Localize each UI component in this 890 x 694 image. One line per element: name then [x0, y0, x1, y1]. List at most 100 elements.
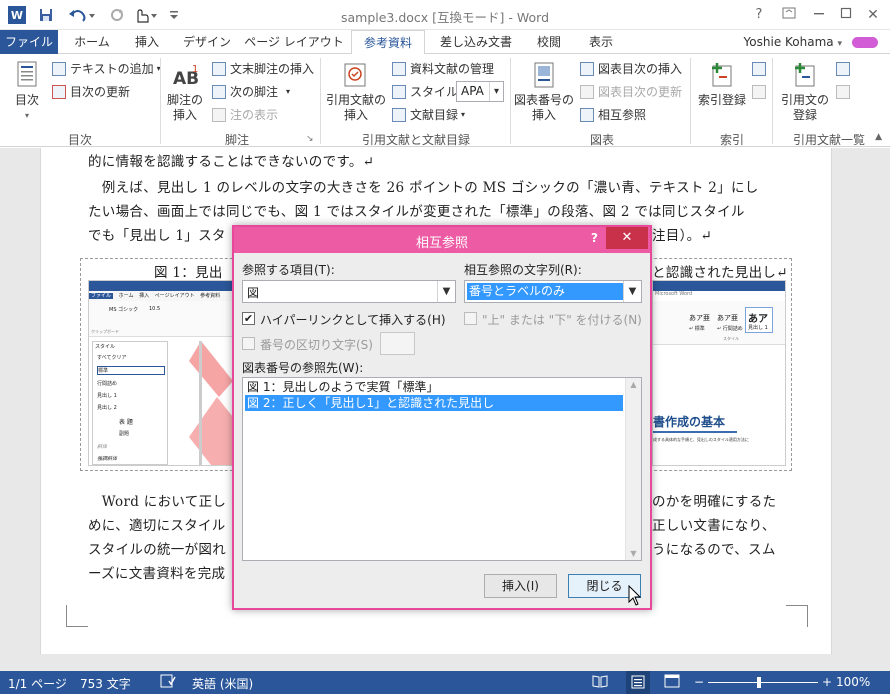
tab-view[interactable]: 表示: [576, 30, 626, 54]
web-layout-icon[interactable]: [664, 674, 680, 691]
word-count[interactable]: 753 文字: [80, 675, 131, 692]
group-separator: [772, 58, 773, 144]
insert-button[interactable]: 挿入(I): [484, 574, 557, 598]
collapse-ribbon-icon[interactable]: ▲: [875, 132, 882, 142]
insert-endnote-label: 文末脚注の挿入: [230, 62, 315, 76]
thumb-style: 斜体: [97, 444, 108, 450]
ribbon: 目次 ▾ テキストの追加 ▾ 目次の更新 目次 AB 1 脚注の挿入 文末脚注の挿入…: [0, 54, 890, 147]
proofing-icon[interactable]: [160, 674, 176, 691]
insert-toa-button[interactable]: [836, 60, 854, 78]
update-index-button[interactable]: [752, 83, 770, 101]
show-notes-button[interactable]: 注の表示: [212, 106, 278, 124]
list-scrollbar[interactable]: ▲ ▼: [625, 378, 641, 560]
tab-mailings[interactable]: 差し込み文書: [430, 30, 522, 54]
list-item[interactable]: 図 1：見出しのようで実質「標準」: [245, 379, 438, 395]
group-label-toa: 引用文献一覧: [792, 133, 865, 147]
separator-checkbox[interactable]: [242, 337, 255, 350]
read-mode-icon[interactable]: [592, 674, 608, 691]
group-separator: [690, 58, 691, 144]
zoom-slider[interactable]: [708, 682, 818, 683]
add-text-icon: [52, 62, 66, 76]
svg-text:1: 1: [192, 64, 198, 75]
scroll-down-icon[interactable]: ▼: [626, 549, 641, 558]
bibliography-button[interactable]: 文献目録 ▾: [392, 106, 465, 124]
help-button[interactable]: ?: [747, 4, 771, 26]
thumb-pane-title: スタイル: [95, 344, 116, 350]
insert-caption-button[interactable]: 図表番号の挿入: [513, 60, 575, 123]
tab-file[interactable]: ファイル: [0, 30, 58, 54]
update-tof-button[interactable]: 図表目次の更新: [580, 83, 682, 101]
citation-style-label: スタイル:: [392, 83, 462, 101]
figure-1-image: ファイル ホーム 挿入 ページレイアウト 参考資料 MS ゴシック 10.5 ク…: [88, 280, 234, 466]
ref-type-select[interactable]: 図 ▼: [242, 280, 456, 303]
doc-line: 的に情報を認識することはできないのです。↵: [88, 154, 375, 170]
thumb-style-name: ↵ 行間詰め: [717, 326, 743, 332]
mark-citation-button[interactable]: 引用文の登録: [776, 60, 834, 123]
citation-icon: [341, 60, 371, 90]
add-text-button[interactable]: テキストの追加 ▾: [52, 60, 161, 78]
group-label-footnotes: 脚注: [224, 133, 249, 147]
dialog-close-icon[interactable]: ✕: [606, 227, 648, 249]
above-below-checkbox[interactable]: [464, 312, 477, 325]
next-footnote-button[interactable]: 次の脚注 ▾: [212, 83, 290, 101]
update-index-icon: [752, 85, 766, 99]
thumb-ribbon: MS ゴシック 10.5 クリップボード: [89, 301, 233, 337]
dialog-titlebar[interactable]: 相互参照 ? ✕: [234, 227, 650, 253]
insert-ref-select[interactable]: 番号とラベルのみ ▼: [464, 280, 642, 303]
language[interactable]: 英語 (米国): [192, 675, 253, 692]
insert-citation-button[interactable]: 引用文献の挿入: [325, 60, 387, 123]
avatar[interactable]: [852, 37, 878, 48]
page-count[interactable]: 1/1 ページ: [8, 675, 67, 692]
dialog-launcher-icon[interactable]: ↘: [306, 134, 314, 144]
minimize-button[interactable]: [807, 4, 831, 26]
manage-sources-button[interactable]: 資料文献の管理: [392, 60, 494, 78]
zoom-in-button[interactable]: +: [822, 675, 832, 689]
insert-footnote-button[interactable]: AB 1 脚注の挿入: [165, 60, 205, 123]
doc-line-tail: うになるので、スム: [652, 542, 776, 558]
scroll-up-icon[interactable]: ▲: [626, 380, 641, 389]
separator-input[interactable]: [380, 332, 415, 355]
citation-style-select[interactable]: APA ▾: [456, 81, 504, 102]
dialog-help-button[interactable]: ?: [591, 231, 598, 245]
thumb-style: すべてクリア: [97, 355, 127, 361]
list-item[interactable]: 図 2：正しく「見出し1」と認識された見出し: [245, 395, 623, 411]
update-toc-label: 目次の更新: [70, 85, 131, 99]
tab-design[interactable]: デザイン: [176, 30, 238, 54]
tab-review[interactable]: 校閲: [526, 30, 572, 54]
caption-list[interactable]: 図 1：見出しのようで実質「標準」 図 2：正しく「見出し1」と認識された見出し…: [242, 377, 642, 561]
margin-corner-mark: [786, 605, 808, 627]
figure-caption: と認識された見出し↵: [652, 265, 788, 281]
endnote-icon: [212, 62, 226, 76]
toc-icon: [12, 60, 42, 90]
insert-tof-button[interactable]: 図表目次の挿入: [580, 60, 682, 78]
tab-insert[interactable]: 挿入: [124, 30, 170, 54]
tab-layout[interactable]: ページ レイアウト: [244, 30, 344, 54]
tab-home[interactable]: ホーム: [64, 30, 120, 54]
citation-style-value: APA: [461, 84, 484, 98]
toc-button[interactable]: 目次 ▾: [8, 60, 46, 123]
insert-endnote-button[interactable]: 文末脚注の挿入: [212, 60, 314, 78]
zoom-level[interactable]: 100%: [836, 675, 870, 689]
chevron-down-icon: ▼: [437, 281, 455, 302]
crossref-button[interactable]: 相互参照: [580, 106, 646, 124]
hyperlink-checkbox[interactable]: ✔: [242, 312, 255, 325]
update-toa-icon: [836, 85, 850, 99]
thumb-clipboard: クリップボード: [91, 329, 119, 334]
zoom-slider-thumb[interactable]: [757, 677, 761, 688]
print-layout-icon[interactable]: [626, 671, 650, 694]
add-text-label: テキストの追加: [70, 62, 154, 76]
mark-entry-button[interactable]: 索引登録: [695, 60, 749, 108]
crossref-dialog: 相互参照 ? ✕ 参照する項目(T): 図 ▼ 相互参照の文字列(R): 番号と…: [232, 225, 652, 610]
update-toa-button[interactable]: [836, 83, 854, 101]
update-toc-icon: [52, 85, 66, 99]
update-toc-button[interactable]: 目次の更新: [52, 83, 130, 101]
thumb-style: 表 題: [119, 419, 133, 426]
zoom-out-button[interactable]: −: [694, 675, 704, 689]
close-window-button[interactable]: ✕: [861, 4, 885, 26]
maximize-button[interactable]: [834, 4, 858, 26]
thumb-heading: 書作成の基本: [653, 415, 726, 429]
user-name[interactable]: Yoshie Kohama ▾: [744, 30, 842, 54]
insert-index-button[interactable]: [752, 60, 770, 78]
ribbon-display-button[interactable]: [777, 4, 801, 26]
tab-references[interactable]: 参考資料: [351, 30, 425, 55]
